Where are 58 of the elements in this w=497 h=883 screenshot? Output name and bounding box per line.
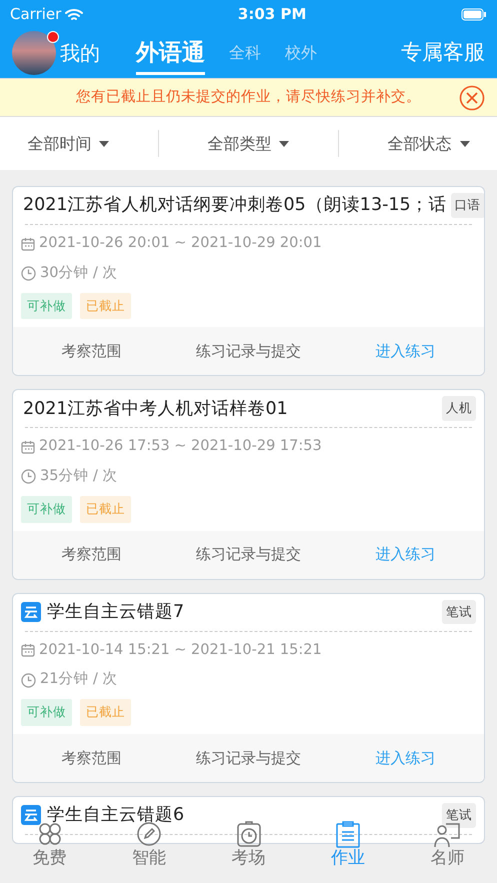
status-tag: 已截止 [80,699,131,726]
filter-dropdown[interactable]: 全部类型 [201,130,296,156]
clock-time: 3:03 PM [238,4,306,25]
caret-icon [99,140,110,146]
caret-icon [460,140,470,146]
nav-tab[interactable]: 校外 [285,41,317,65]
duration-text: 30分钟 / 次 [40,264,118,283]
carrier-label: Carrier [10,4,62,25]
caret-icon [279,140,290,146]
tab-bar-item[interactable]: 考场 [198,817,298,883]
status-tag: 可补做 [21,699,72,726]
action-link[interactable]: 练习记录与提交 [170,339,327,364]
type-tag: 口语 [450,193,484,218]
nav-tab[interactable]: 全科 [229,41,261,65]
action-link[interactable]: 考察范围 [13,746,170,770]
filter-dropdown[interactable]: 全部状态 [382,130,476,156]
card-title: 2021江苏省人机对话纲要冲刺卷05（朗读13-15；话 [22,194,447,218]
status-tag: 可补做 [21,496,72,522]
wifi-icon [65,8,84,20]
type-tag: 笔试 [442,802,476,828]
calendar-icon [21,643,35,658]
date-range: 2021-10-26 17:53 ~ 2021-10-29 17:53 [39,437,322,456]
calendar-icon [21,236,35,251]
action-link[interactable]: 练习记录与提交 [170,542,327,567]
clock-icon [21,266,36,282]
action-link[interactable]: 练习记录与提交 [170,746,327,770]
service-tab[interactable]: 专属客服 [401,37,485,69]
tab-bar-item[interactable]: 作业 [298,817,398,883]
type-tag: 人机 [442,396,476,422]
timer-icon [234,821,263,849]
profile-tab[interactable]: 我的 [60,38,100,68]
date-range: 2021-10-14 15:21 ~ 2021-10-21 15:21 [39,640,322,660]
card-title: 学生自主云错题7 [46,600,186,624]
avatar-photo[interactable] [12,31,56,75]
status-tag: 已截止 [80,496,131,522]
clock-icon [21,469,36,484]
close-icon[interactable] [459,85,485,111]
type-tag: 笔试 [442,600,476,624]
action-link[interactable]: 考察范围 [13,542,170,567]
notice-text: 您有已截止且仍未提交的作业，请尽快练习并补交。 [76,88,421,107]
clipboard-icon [334,821,362,849]
action-link[interactable]: 进入练习 [327,746,484,770]
filter-dropdown[interactable]: 全部时间 [21,130,116,156]
card-title: 学生自主云错题6 [46,804,186,828]
duration-text: 21分钟 / 次 [40,670,118,690]
status-tag: 可补做 [21,292,72,320]
calendar-icon [21,440,35,454]
action-link[interactable]: 进入练习 [327,339,484,364]
date-range: 2021-10-26 20:01 ~ 2021-10-29 20:01 [39,234,322,253]
battery-icon [460,8,487,20]
teacher-icon [433,821,462,849]
action-link[interactable]: 考察范围 [13,339,170,364]
card-title: 2021江苏省中考人机对话样卷01 [22,398,289,421]
status-tag: 已截止 [80,292,131,320]
action-link[interactable]: 进入练习 [327,542,484,567]
clock-icon [21,672,36,688]
duration-text: 35分钟 / 次 [40,467,118,486]
nav-tab[interactable]: 外语通 [136,36,205,76]
